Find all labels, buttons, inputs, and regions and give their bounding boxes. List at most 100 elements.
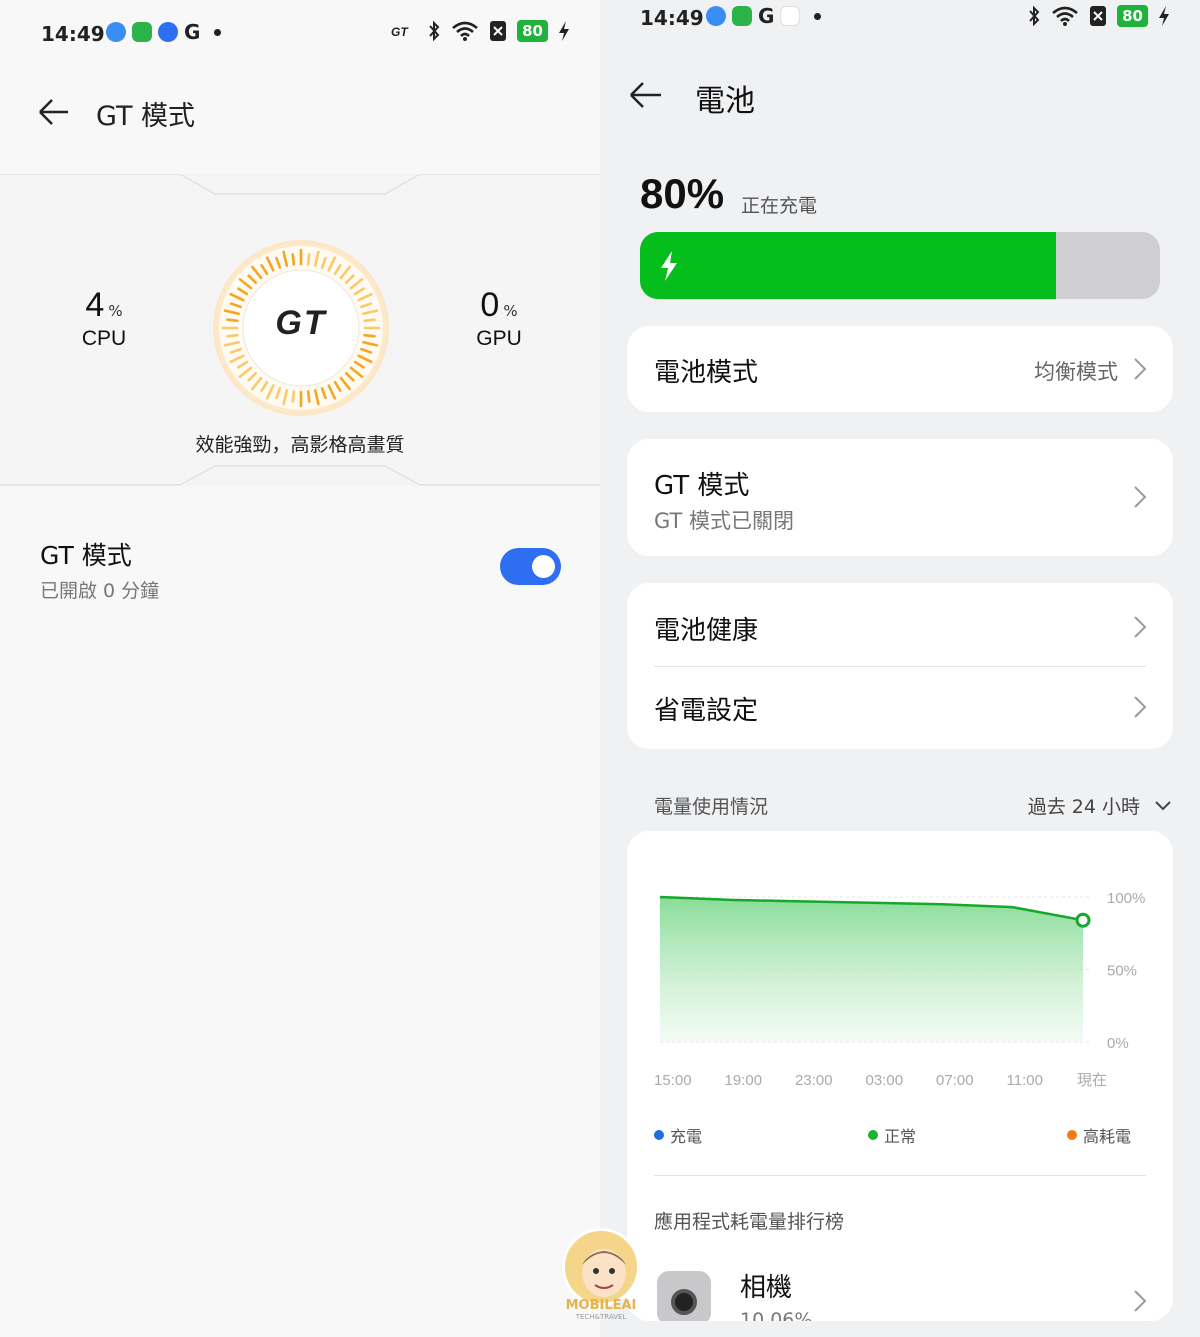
more-notifications-icon [814,12,822,20]
watermark-mascot [562,1228,640,1306]
charging-status: 正在充電 [741,195,818,217]
dial-tick [306,253,311,266]
power-saving-label: 省電設定 [654,696,759,726]
app-usage-row[interactable]: 相機 10.06% [627,1251,1173,1321]
mobileai-watermark: MOBILEAI TECH&TRAVEL [560,1228,642,1322]
svg-text:GT: GT [391,25,409,38]
charging-bolt-icon [661,251,677,281]
bluetooth-icon [429,20,440,42]
chevron-right-icon [1134,616,1147,638]
x-tick-label: 07:00 [936,1072,974,1089]
legend-high-label: 高耗電 [1083,1127,1132,1146]
no-sim-icon [1090,6,1107,26]
battery-mode-row[interactable]: 電池模式 均衡模式 [627,326,1173,412]
x-tick-label: 15:00 [654,1072,692,1089]
gt-notification-icon [158,22,178,42]
toggle-knob [532,555,555,578]
current-level-marker [1075,912,1091,928]
legend-dot-green [868,1130,878,1140]
y-tick-label: 100% [1107,890,1145,907]
camera-lens [671,1289,697,1315]
status-time: 14:49 [640,6,704,30]
battery-usage-chart-card: 100% 50% 0% 15:00 19:00 23:00 03:00 07:00 11:00… [627,831,1173,1321]
charging-icon [559,21,569,41]
watermark-brand: MOBILEAI [565,1298,637,1313]
battery-level-fill [640,232,1056,299]
battery-mode-card: 電池模式 均衡模式 [627,326,1173,412]
back-arrow-icon[interactable] [628,77,664,113]
battery-mode-value: 均衡模式 [1034,360,1118,384]
gt-mode-setting[interactable]: GT 模式 已開啟 0 分鐘 [0,520,600,620]
usage-area [660,897,1083,1042]
watermark-tagline: TECH&TRAVEL [575,1313,627,1321]
gpu-usage: 0% GPU [449,286,549,351]
gt-performance-panel: 4% CPU GT 0% GPU 效能強勁，高影格高畫質 [0,174,600,486]
cpu-value: 4 [85,286,105,324]
battery-settings-card: 電池健康 省電設定 [627,583,1173,749]
legend-normal-label: 正常 [884,1127,917,1146]
x-tick-label: 11:00 [1007,1072,1043,1089]
battery-mode-label: 電池模式 [654,358,759,388]
battery-percentage: 80% [640,170,725,217]
gt-mode-title: GT 模式 [40,541,132,570]
gpu-value: 0 [480,286,500,324]
chevron-down-icon [1155,800,1171,810]
app-notification-icon [780,6,801,26]
time-range-value: 過去 24 小時 [1027,796,1140,818]
gt-mode-card: GT 模式 GT 模式已關閉 [627,439,1173,556]
legend-charging: 充電 [654,1123,702,1147]
y-tick-label: 0% [1107,1035,1129,1052]
chevron-right-icon [1134,1290,1147,1312]
wifi-icon [452,21,478,41]
chevron-right-icon [1134,696,1147,718]
battery-health-row[interactable]: 電池健康 [627,583,1173,666]
gt-mode-title: GT 模式 [654,471,750,501]
x-tick-label: 03:00 [866,1072,904,1089]
notification-icons: G [106,20,222,44]
gt-mode-toggle[interactable] [500,548,561,585]
dial-tick [291,253,296,266]
camera-app-icon [657,1271,711,1321]
battery-level-badge: 80 [1117,5,1148,27]
y-tick-label: 50% [1107,963,1137,980]
divider [654,1175,1146,1176]
status-bar: 14:49 G 80 [600,0,1200,60]
x-tick-label: 現在 [1077,1072,1107,1089]
google-icon: G [184,20,201,44]
battery-health-label: 電池健康 [654,616,759,646]
gt-status-icon: GT [391,25,409,38]
time-range-dropdown[interactable]: 過去 24 小時 [1028,792,1172,819]
google-icon: G [758,4,775,28]
power-saving-row[interactable]: 省電設定 [627,667,1173,749]
battery-level-badge: 80 [517,20,548,42]
back-arrow-icon[interactable] [36,94,72,130]
cpu-unit: % [108,302,123,320]
legend-high-drain: 高耗電 [1067,1123,1131,1147]
dial-tick [306,390,311,403]
top-app-bar: GT 模式 [0,80,600,144]
system-icons: GT 80 [391,20,570,42]
bluetooth-icon [1029,5,1040,27]
status-time: 14:49 [41,22,105,46]
page-title: 電池 [695,84,755,119]
gt-mode-row[interactable]: GT 模式 GT 模式已關閉 [627,439,1173,556]
status-bar: 14:49 G GT 80 [0,0,600,60]
gt-mode-duration: 已開啟 0 分鐘 [40,580,160,602]
app-usage-percent: 10.06% [740,1309,813,1321]
wifi-icon [1052,6,1078,26]
cpu-label: CPU [81,327,127,350]
more-notifications-icon [214,28,222,36]
gt-mode-screen: 14:49 G GT 80 GT 模式 4% CPU GT 0 % GPU 效能… [0,0,600,1337]
cpu-usage: 4% CPU [54,286,154,351]
legend-charging-label: 充電 [670,1127,703,1146]
app-notification-icon [732,6,752,26]
x-tick-label: 23:00 [795,1072,833,1089]
chevron-right-icon [1134,358,1147,380]
usage-section-title: 電量使用情況 [654,796,769,818]
gt-caption: 效能強勁，高影格高畫質 [195,434,405,456]
gt-dial: GT [211,238,391,418]
gpu-unit: % [503,302,518,320]
system-icons: 80 [1027,5,1170,27]
app-notification-icon [106,22,126,42]
no-sim-icon [490,21,507,41]
